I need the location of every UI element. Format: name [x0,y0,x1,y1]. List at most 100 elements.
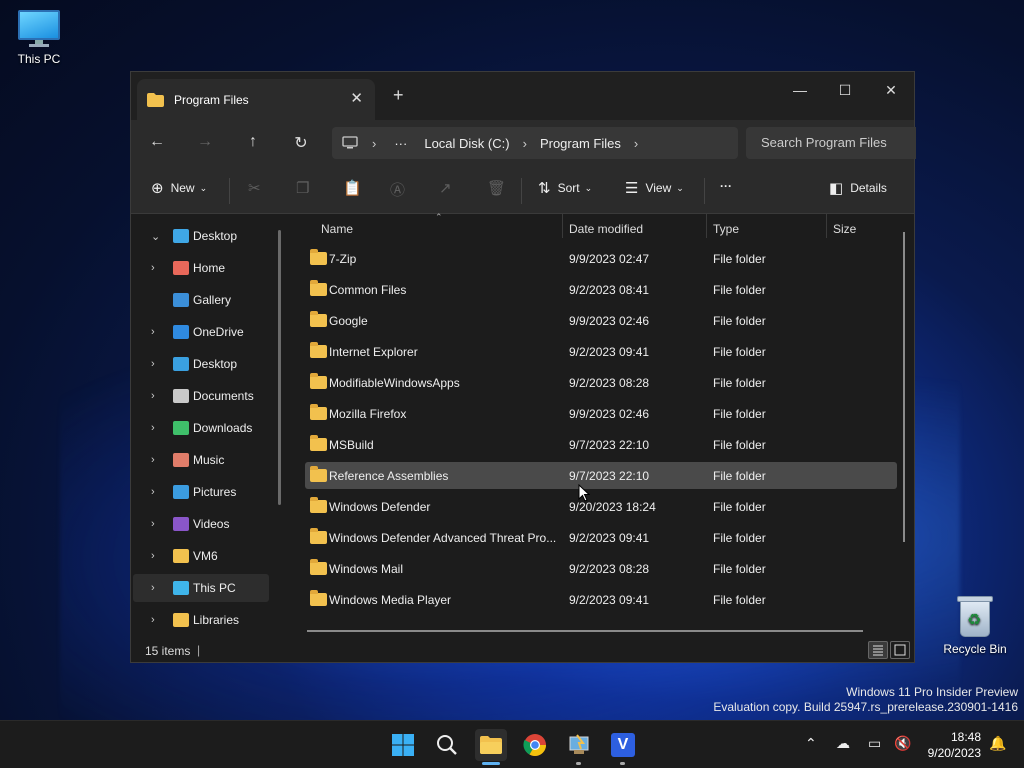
chevron-right-icon[interactable]: › [151,326,155,338]
new-button[interactable]: ⊕ New ⌄ [151,179,207,197]
table-row[interactable]: Reference Assemblies 9/7/2023 22:10 File f… [305,462,897,489]
file-explorer-window: Program Files ✕ + — ☐ ✕ ← → ↑ ↻ › ··· Lo… [130,71,916,663]
column-divider[interactable] [826,214,827,238]
file-date: 9/2/2023 08:28 [569,561,650,576]
share-button[interactable]: ↗ [439,179,459,197]
folder-icon [310,280,327,296]
details-pane-button[interactable]: ◧ Details [829,179,887,197]
chevron-right-icon[interactable]: › [151,422,155,434]
sidebar-item-gallery[interactable]: Gallery [131,286,279,314]
table-row[interactable]: Windows Defender 9/20/2023 18:24 File fold… [305,493,897,520]
notification-bell-icon[interactable]: 🔔 [989,735,1006,752]
table-row[interactable]: Google 9/9/2023 02:46 File folder [305,307,897,334]
more-options-button[interactable]: ··· [720,179,732,193]
column-header-type[interactable]: Type [713,222,739,236]
table-row[interactable]: ModifiableWindowsApps 9/2/2023 08:28 File … [305,369,897,396]
network-icon[interactable]: ▭ [868,735,881,752]
up-button[interactable]: ↑ [241,133,265,151]
cut-button[interactable]: ✂ [248,179,268,197]
sidebar-item-documents[interactable]: › Documents [131,382,279,410]
chevron-right-icon[interactable]: › [151,550,155,562]
table-row[interactable]: Internet Explorer 9/2/2023 09:41 File fold… [305,338,897,365]
tiles-view-button[interactable] [890,641,910,659]
file-date: 9/2/2023 08:41 [569,282,650,297]
chevron-down-icon[interactable]: ⌄ [151,230,160,243]
desktop-icon-recycle-bin[interactable]: ♻ Recycle Bin [935,596,1015,656]
chevron-right-icon[interactable]: › [151,454,155,466]
breadcrumb-program-files[interactable]: Program Files [540,136,621,151]
column-divider[interactable] [562,214,563,238]
tab-program-files[interactable]: Program Files ✕ [137,79,375,120]
chevron-right-icon[interactable]: › [151,486,155,498]
chevron-down-icon: ⌄ [676,182,684,193]
chevron-right-icon[interactable]: › [151,390,155,402]
sidebar-item-this-pc[interactable]: › This PC [133,574,269,602]
close-button[interactable]: ✕ [868,76,914,104]
file-explorer-taskbar-button[interactable] [475,729,507,761]
sort-button[interactable]: ⇅ Sort ⌄ [538,179,592,197]
file-type: File folder [713,468,766,483]
forward-button[interactable]: → [193,133,217,151]
chevron-right-icon[interactable]: › [151,582,155,594]
table-row[interactable]: 7-Zip 9/9/2023 02:47 File folder [305,245,897,272]
table-row[interactable]: Windows Defender Advanced Threat Pro... 9… [305,524,897,551]
clock[interactable]: 18:48 9/20/2023 [928,729,981,761]
sidebar-item-libraries[interactable]: › Libraries [131,606,279,634]
sidebar-item-vm6[interactable]: › VM6 [131,542,279,570]
sidebar-item-music[interactable]: › Music [131,446,279,474]
column-header-name[interactable]: Name [321,222,353,236]
chevron-right-icon[interactable]: › [151,262,155,274]
column-header-date[interactable]: Date modified [569,222,643,236]
address-bar[interactable]: › ··· Local Disk (C:) › Program Files › [332,127,738,159]
column-divider[interactable] [706,214,707,238]
file-explorer-icon [480,736,502,754]
back-button[interactable]: ← [145,133,169,151]
status-divider: | [197,643,201,657]
details-view-button[interactable] [868,641,888,659]
chevron-right-icon[interactable]: › [151,358,155,370]
desktop-icon-this-pc[interactable]: This PC [0,10,79,66]
maximize-button[interactable]: ☐ [822,76,868,104]
minimize-button[interactable]: — [777,76,823,104]
table-row[interactable]: MSBuild 9/7/2023 22:10 File folder [305,431,897,458]
sidebar-scrollbar[interactable] [278,230,281,505]
volume-muted-icon[interactable]: 🔇 [894,735,911,752]
chevron-right-icon[interactable]: › [151,518,155,530]
chevron-right-icon[interactable]: › [151,614,155,626]
sidebar-item-onedrive[interactable]: › OneDrive [131,318,279,346]
refresh-button[interactable]: ↻ [289,133,313,153]
breadcrumb-local-disk[interactable]: Local Disk (C:) [424,136,509,151]
search-button[interactable] [431,729,463,761]
v-app-taskbar-button[interactable]: V [607,729,639,761]
onedrive-tray-icon[interactable]: ☁ [836,735,850,752]
installer-taskbar-button[interactable] [563,729,595,761]
horizontal-scrollbar[interactable] [307,630,863,632]
paste-button[interactable]: 📋 [343,179,369,197]
rename-button[interactable]: Ⓐ [390,179,412,200]
show-hidden-icons-button[interactable]: ⌃ [805,735,817,752]
vertical-scrollbar[interactable] [903,232,905,542]
table-row[interactable]: Common Files 9/2/2023 08:41 File folder [305,276,897,303]
view-button[interactable]: ☰ View ⌄ [625,179,684,197]
new-tab-button[interactable]: + [393,85,404,106]
start-button[interactable] [387,729,419,761]
table-row[interactable]: Windows Mail 9/2/2023 08:28 File folder [305,555,897,582]
sidebar-item-videos[interactable]: › Videos [131,510,279,538]
sidebar-item-desktop[interactable]: › Desktop [131,350,279,378]
chrome-taskbar-button[interactable] [519,729,551,761]
column-header-size[interactable]: Size [833,222,856,236]
file-date: 9/9/2023 02:46 [569,406,650,421]
sidebar-item-home[interactable]: › Home [131,254,279,282]
table-row[interactable]: Windows Media Player 9/2/2023 09:41 File f… [305,586,897,613]
sidebar-item-desktop[interactable]: ⌄ Desktop [131,222,279,250]
mouse-cursor-icon [578,484,590,502]
table-row[interactable]: Mozilla Firefox 9/9/2023 02:46 File folder [305,400,897,427]
tab-close-button[interactable]: ✕ [350,89,363,107]
copy-button[interactable]: ❐ [296,179,316,197]
breadcrumb-more[interactable]: ··· [394,136,407,151]
sidebar-item-pictures[interactable]: › Pictures [131,478,279,506]
delete-button[interactable]: 🗑 [487,179,513,197]
search-input[interactable]: Search Program Files [746,127,916,159]
sidebar-item-downloads[interactable]: › Downloads [131,414,279,442]
tab-title: Program Files [174,92,249,107]
